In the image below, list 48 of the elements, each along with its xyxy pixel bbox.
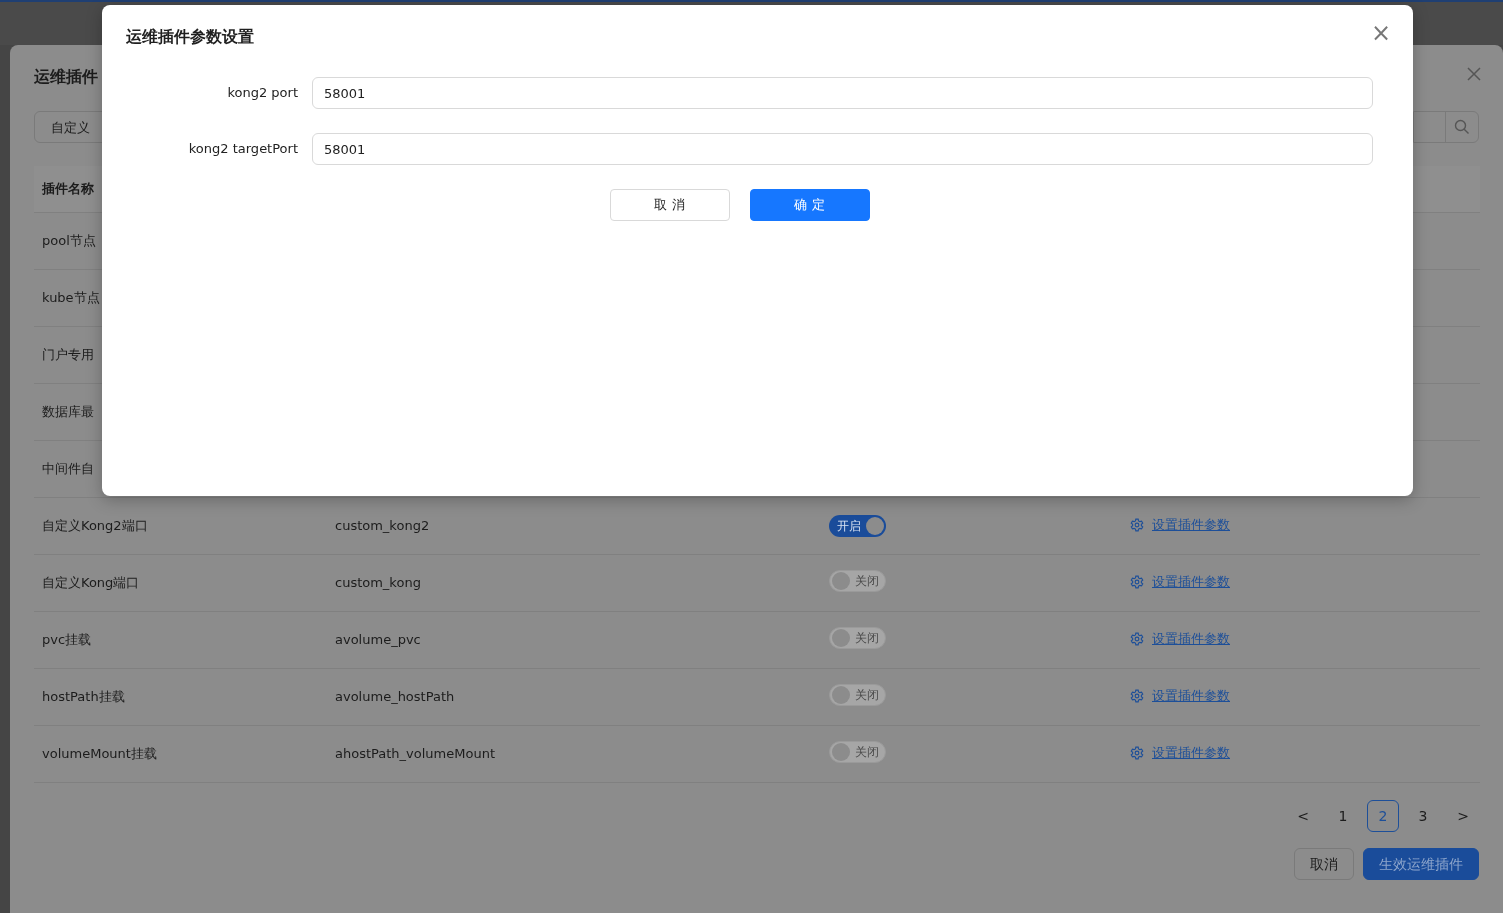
- search-icon[interactable]: [1454, 119, 1470, 135]
- field-label: kong2 targetPort: [187, 140, 299, 159]
- confirm-button[interactable]: 确 定: [749, 189, 870, 221]
- gear-icon: [1130, 631, 1144, 646]
- toggle-switch[interactable]: 关闭: [829, 627, 886, 650]
- gear-icon: [1130, 574, 1144, 589]
- table-cell-text: hostPath挂载: [41, 688, 126, 707]
- input-field[interactable]: 58001: [312, 133, 1373, 165]
- close-button[interactable]: ×: [1366, 19, 1395, 47]
- gear-icon: [1130, 688, 1144, 703]
- table-cell-text: avolume_hostPath: [335, 688, 456, 707]
- gear-icon: [1130, 745, 1144, 760]
- page-button[interactable]: 3: [1407, 800, 1439, 832]
- field-label: kong2 port: [226, 84, 299, 103]
- cancel-button[interactable]: 取消: [1294, 848, 1354, 880]
- table-cell-text: 自定义Kong端口: [41, 574, 141, 593]
- gear-icon: [1130, 517, 1144, 532]
- table-cell-text: custom_kong: [335, 574, 422, 593]
- settings-link[interactable]: 设置插件参数: [1130, 514, 1230, 535]
- page-button[interactable]: 2: [1367, 800, 1399, 832]
- previous-page-button[interactable]: <: [1287, 800, 1319, 832]
- settings-link[interactable]: 设置插件参数: [1130, 571, 1230, 592]
- table-cell-text: pool节点: [41, 232, 97, 251]
- table-cell-text: 中间件自: [41, 460, 95, 479]
- table-cell-text: 自定义Kong2端口: [41, 517, 149, 536]
- dialog-title: 运维插件参数设置: [126, 26, 255, 48]
- settings-link[interactable]: 设置插件参数: [1130, 742, 1230, 763]
- toggle-switch[interactable]: 关闭: [829, 741, 886, 764]
- table-cell-text: custom_kong2: [335, 517, 431, 536]
- toggle-switch[interactable]: 开启: [829, 515, 886, 537]
- table-cell-text: pvc挂载: [41, 631, 93, 650]
- toggle-switch[interactable]: 关闭: [829, 684, 886, 707]
- apply-button[interactable]: 生效运维插件: [1363, 848, 1479, 880]
- cancel-button[interactable]: 取 消: [609, 189, 730, 221]
- input-field[interactable]: 58001: [312, 77, 1373, 109]
- page-button[interactable]: 1: [1327, 800, 1359, 832]
- table-cell-text: volumeMount挂载: [41, 745, 158, 764]
- table-cell-text: avolume_pvc: [335, 631, 422, 650]
- column-header: 插件名称: [41, 180, 95, 199]
- table-cell-text: 门户专用: [41, 346, 95, 365]
- dialog-title: 运维插件: [34, 66, 98, 88]
- table-cell-text: ahostPath_volumeMount: [335, 745, 496, 764]
- settings-link[interactable]: 设置插件参数: [1130, 685, 1230, 706]
- toggle-switch[interactable]: 关闭: [829, 570, 886, 593]
- settings-link[interactable]: 设置插件参数: [1130, 628, 1230, 649]
- table-cell-text: 数据库最: [41, 403, 95, 422]
- table-cell-text: kube节点: [41, 289, 101, 308]
- next-page-button[interactable]: >: [1447, 800, 1479, 832]
